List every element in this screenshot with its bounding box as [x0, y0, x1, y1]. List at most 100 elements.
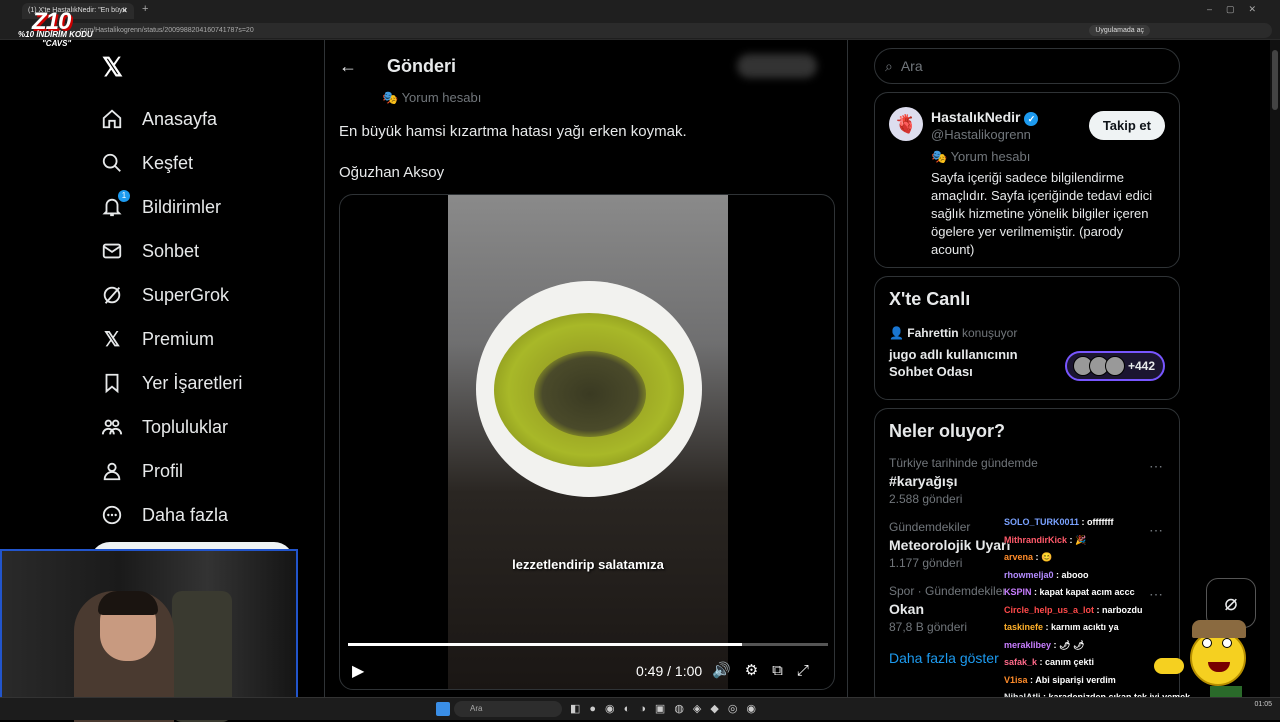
- chat-username: MithrandirKick: [1004, 534, 1068, 545]
- chat-username: arvena: [1004, 552, 1034, 562]
- streamer-hair: [98, 591, 158, 615]
- sidebar-item-more[interactable]: Daha fazla: [90, 493, 320, 537]
- profile-name[interactable]: HastalıkNedir ✓: [931, 109, 1039, 126]
- live-room-name: jugo adlı kullanıcının Sohbet Odası: [889, 347, 1018, 379]
- promo-line-2: "CAVS": [42, 39, 72, 48]
- emote-face: [1190, 630, 1246, 686]
- profile-handle: @Hastalikogrenn: [931, 127, 1031, 142]
- mask-icon: 🎭: [931, 149, 951, 164]
- chat-text: abooo: [1061, 569, 1089, 580]
- chat-username: Circle_help_us_a_lot: [1004, 604, 1095, 615]
- video-player[interactable]: lezzetlendirip salatamıza ▶ 0:49 / 1:00 …: [339, 194, 835, 690]
- live-card[interactable]: X'te Canlı 👤 Fahrettin konuşuyor jugo ad…: [874, 276, 1180, 400]
- sidebar-item-label: SuperGrok: [142, 284, 230, 305]
- search-placeholder: Ara: [900, 58, 923, 74]
- video-spice: [534, 351, 646, 437]
- volume-icon[interactable]: 🔊: [712, 662, 745, 679]
- sidebar-item-home[interactable]: Anasayfa: [90, 97, 320, 141]
- trend-context: Türkiye tarihinde gündemde: [889, 456, 1038, 470]
- live-speaker: 👤 Fahrettin konuşuyor: [889, 326, 1018, 340]
- mask-icon: 🎭: [382, 90, 402, 105]
- chat-text: 😊: [1041, 552, 1053, 562]
- profile-icon: [100, 459, 124, 483]
- mail-icon: [100, 239, 124, 263]
- page-title: Gönderi: [387, 55, 457, 76]
- user-avatar-icon: 👤: [889, 326, 908, 340]
- more-options-icon[interactable]: ⋯: [1149, 458, 1163, 475]
- listener-avatars: [1073, 356, 1129, 376]
- comment-account-label: 🎭 Yorum hesabı: [382, 90, 482, 105]
- video-progress-bar[interactable]: [348, 643, 828, 646]
- taskbar-app-icons[interactable]: ◧●◉◐◑▣◍◈◆◎◉: [570, 702, 765, 715]
- sidebar-item-notifications[interactable]: 1 Bildirimler: [90, 185, 320, 229]
- sidebar-item-label: Premium: [142, 328, 215, 349]
- sidebar-item-messages[interactable]: Sohbet: [90, 229, 320, 273]
- chat-text: karnım acıktı ya: [1051, 622, 1119, 632]
- window-controls[interactable]: –▢✕: [1207, 4, 1270, 15]
- video-caption: lezzetlendirip salatamıza: [512, 557, 664, 572]
- taskbar-clock: 01:05: [1254, 701, 1272, 708]
- bookmark-icon: [100, 371, 124, 395]
- chat-message: SOLO_TURK0011 : offfffff: [1004, 517, 1114, 527]
- trend-item[interactable]: Türkiye tarihinde gündemde #karyağışı 2.58…: [889, 456, 1165, 506]
- scrollbar-thumb[interactable]: [1272, 50, 1278, 110]
- new-tab-icon[interactable]: +: [142, 3, 148, 15]
- sidebar-item-explore[interactable]: Keşfet: [90, 141, 320, 185]
- sidebar-item-communities[interactable]: Topluluklar: [90, 405, 320, 449]
- promo-line-1: %10 İNDİRİM KODU: [18, 30, 93, 39]
- emote-hand: [1154, 658, 1184, 674]
- sidebar-item-label: Yer İşaretleri: [142, 372, 243, 393]
- chat-message: rhowmelja0 : abooo: [1004, 569, 1089, 580]
- video-control-icons[interactable]: 🔊⚙⧉⤢: [712, 661, 823, 679]
- browser-bar: (1) X'te HastalıkNedir: "En büyü ✕ + –▢✕ …: [0, 0, 1280, 40]
- avatar[interactable]: 🫀: [889, 107, 923, 141]
- chat-message: arvena : 😊: [1004, 552, 1053, 562]
- search-input[interactable]: ⌕ Ara: [874, 48, 1180, 84]
- video-frame: lezzetlendirip salatamıza: [448, 195, 728, 689]
- communities-icon: [100, 415, 124, 439]
- live-listeners-pill[interactable]: +442: [1065, 351, 1165, 381]
- post-header: ← Gönderi: [325, 40, 847, 92]
- blurred-element: [737, 54, 817, 78]
- sidebar-item-label: Bildirimler: [142, 196, 222, 217]
- chat-message: MithrandirKick : 🎉: [1004, 534, 1087, 545]
- grok-icon: [100, 283, 124, 307]
- chat-username: meraklibey: [1004, 639, 1052, 650]
- close-tab-icon[interactable]: ✕: [121, 6, 128, 15]
- settings-icon[interactable]: ⚙: [745, 662, 772, 679]
- chat-text: kapat kapat acım accc: [1039, 587, 1135, 597]
- follow-button[interactable]: Takip et: [1088, 111, 1165, 140]
- chat-text: 🎉: [1075, 534, 1087, 545]
- sidebar-item-bookmarks[interactable]: Yer İşaretleri: [90, 361, 320, 405]
- play-icon[interactable]: ▶: [352, 661, 364, 681]
- more-icon: [100, 503, 124, 527]
- x-logo-icon[interactable]: 𝕏: [102, 52, 320, 83]
- tweet-author-line: Oğuzhan Aksoy: [339, 164, 445, 181]
- sidebar-item-label: Profil: [142, 460, 184, 481]
- trend-count: 2.588 gönderi: [889, 492, 963, 506]
- windows-start-icon[interactable]: [436, 702, 450, 716]
- open-in-app-button[interactable]: Uygulamada aç: [1089, 25, 1150, 36]
- sidebar-item-supergrok[interactable]: SuperGrok: [90, 273, 320, 317]
- sidebar-item-label: Keşfet: [142, 152, 194, 173]
- sidebar-item-profile[interactable]: Profil: [90, 449, 320, 493]
- taskbar-search[interactable]: Ara: [454, 701, 562, 717]
- chat-username: safak_k: [1004, 657, 1038, 667]
- notification-badge: 1: [118, 190, 130, 202]
- chat-username: SOLO_TURK0011: [1004, 517, 1080, 527]
- profile-bio: Sayfa içeriği sadece bilgilendirme amaçl…: [931, 170, 1153, 257]
- emote-eye: [1222, 638, 1232, 648]
- pip-icon[interactable]: ⧉: [772, 662, 797, 679]
- back-arrow-icon[interactable]: ←: [339, 56, 357, 77]
- sidebar-item-label: Anasayfa: [142, 108, 218, 129]
- scrollbar[interactable]: [1270, 40, 1280, 720]
- listener-count: +442: [1127, 359, 1155, 373]
- sidebar-item-premium[interactable]: 𝕏 Premium: [90, 317, 320, 361]
- verified-icon: ✓: [1024, 112, 1039, 126]
- chat-message: KSPIN : kapat kapat acım accc: [1004, 587, 1135, 597]
- video-time: 0:49 / 1:00: [636, 663, 703, 679]
- emote-hat: [1192, 620, 1246, 638]
- taskbar: Ara ◧●◉◐◑▣◍◈◆◎◉ 01:05: [0, 697, 1280, 720]
- live-title: X'te Canlı: [889, 289, 971, 309]
- fullscreen-icon[interactable]: ⤢: [797, 662, 823, 679]
